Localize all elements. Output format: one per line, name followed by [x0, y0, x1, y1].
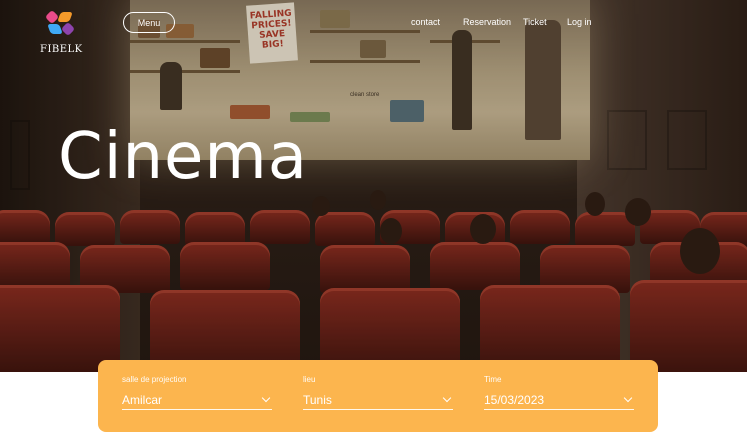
location-select[interactable]: Tunis — [303, 390, 453, 410]
time-field: Time 15/03/2023 — [484, 375, 634, 410]
nav-link-ticket[interactable]: Ticket — [523, 17, 547, 27]
nav-link-reservation[interactable]: Reservation — [463, 17, 511, 27]
time-select[interactable]: 15/03/2023 — [484, 390, 634, 410]
field-label: lieu — [303, 375, 316, 384]
screening-room-select[interactable]: Amilcar — [122, 390, 272, 410]
field-value: Tunis — [303, 392, 332, 407]
hero-banner: FALLING PRICES! SAVE BIG! clean store FI… — [0, 0, 747, 372]
chevron-down-icon — [442, 393, 452, 402]
screening-room-field: salle de projection Amilcar — [122, 375, 272, 410]
nav-link-login[interactable]: Log in — [567, 17, 592, 27]
field-value: Amilcar — [122, 392, 163, 407]
field-label: Time — [484, 375, 502, 384]
field-label: salle de projection — [122, 375, 187, 384]
search-card: salle de projection Amilcar lieu Tunis T… — [98, 360, 658, 432]
chevron-down-icon — [623, 393, 633, 402]
brand-name: FIBELK — [40, 44, 83, 55]
field-value: 15/03/2023 — [484, 392, 545, 407]
top-nav: contact Reservation Ticket Log in — [0, 17, 747, 29]
chevron-down-icon — [261, 393, 271, 402]
page-title: Cinema — [58, 120, 308, 194]
nav-link-contact[interactable]: contact — [411, 17, 440, 27]
location-field: lieu Tunis — [303, 375, 453, 410]
